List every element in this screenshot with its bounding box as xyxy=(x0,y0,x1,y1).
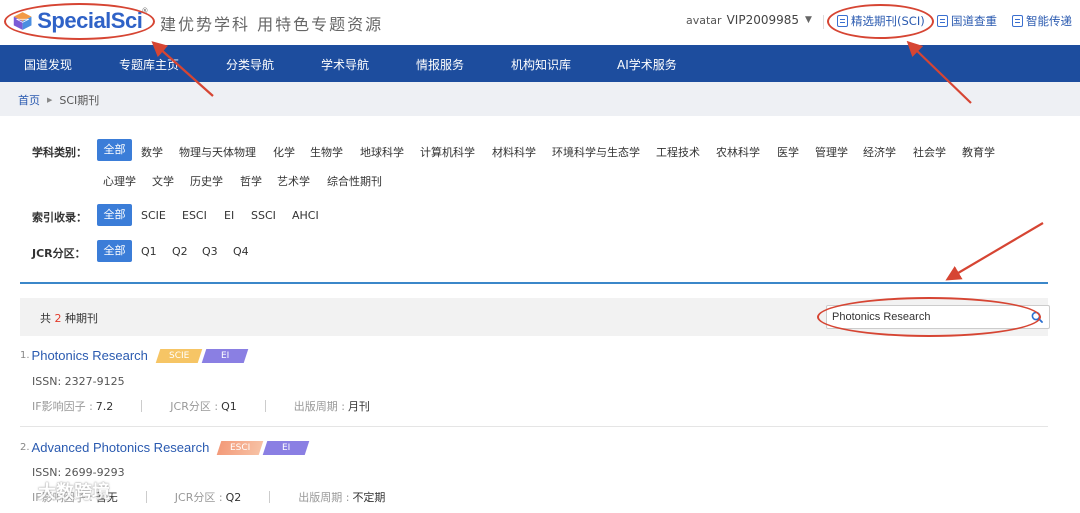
breadcrumb-home[interactable]: 首页 xyxy=(18,92,40,108)
journal-index: 2. xyxy=(20,442,30,453)
link-smart-delivery[interactable]: 智能传递 xyxy=(1012,13,1072,29)
jcr-chip[interactable]: Q4 xyxy=(233,245,249,258)
watermark-text: 大数跨境 xyxy=(38,482,110,503)
subject-chip[interactable]: 数学 xyxy=(141,144,163,160)
subject-chip[interactable]: 材料科学 xyxy=(492,144,536,160)
subject-chip[interactable]: 生物学 xyxy=(310,144,343,160)
subject-chip[interactable]: 哲学 xyxy=(240,173,262,189)
meta-separator xyxy=(269,491,271,503)
index-chip[interactable]: SCIE xyxy=(141,209,166,222)
if-value: 7.2 xyxy=(95,399,114,413)
subject-chip[interactable]: 农林科学 xyxy=(716,144,760,160)
nav-item-academic[interactable]: 学术导航 xyxy=(321,56,369,73)
subject-chip[interactable]: 管理学 xyxy=(815,144,848,160)
watermark: 大数跨境 xyxy=(8,478,110,504)
meta-separator xyxy=(264,400,266,412)
user-menu[interactable]: avatar VIP2009985 ▼ xyxy=(686,13,812,27)
annotation-ellipse-sci-link xyxy=(827,4,934,39)
journal-issn: ISSN: 2327-9125 xyxy=(32,375,125,388)
header-separator xyxy=(823,15,824,29)
jcr-chip-all[interactable]: 全部 xyxy=(97,240,132,262)
link-label: 国道查重 xyxy=(951,14,997,28)
watermark-logo-icon xyxy=(9,483,33,499)
jcr-chip[interactable]: Q3 xyxy=(202,245,218,258)
subject-chip[interactable]: 综合性期刊 xyxy=(327,173,382,189)
badge-scie: SCIE xyxy=(155,348,203,363)
jcr-label: JCR分区 : xyxy=(170,400,219,413)
username: VIP2009985 xyxy=(726,13,800,27)
journal-meta: IF影响因子 :7.2 JCR分区 : Q1 出版周期 : 月刊 xyxy=(32,398,370,414)
journal-name-link[interactable]: Advanced Photonics Research xyxy=(32,440,210,455)
if-label: IF影响因子 : xyxy=(32,400,93,413)
index-chip[interactable]: ESCI xyxy=(182,209,207,222)
subject-chip-all[interactable]: 全部 xyxy=(97,139,132,161)
row-divider xyxy=(20,426,1048,427)
index-filter-label: 索引收录： xyxy=(32,211,87,224)
period-label: 出版周期 : xyxy=(293,400,345,413)
journal-index: 1. xyxy=(20,350,30,361)
index-chip[interactable]: AHCI xyxy=(292,209,319,222)
nav-item-repository[interactable]: 机构知识库 xyxy=(511,56,571,73)
subject-chip[interactable]: 教育学 xyxy=(962,144,995,160)
period-value: 月刊 xyxy=(347,400,370,413)
subject-chip[interactable]: 社会学 xyxy=(913,144,946,160)
result-count-number: 2 xyxy=(54,312,62,325)
journal-title-row: 1. Photonics Research SCIE EI xyxy=(20,348,250,363)
link-plagiarism-check[interactable]: 国道查重 xyxy=(937,13,997,29)
index-chip-all[interactable]: 全部 xyxy=(97,204,132,226)
jcr-chip[interactable]: Q2 xyxy=(172,245,188,258)
nav-item-ai-service[interactable]: AI学术服务 xyxy=(617,56,677,73)
subject-chip[interactable]: 医学 xyxy=(777,144,799,160)
subject-chip[interactable]: 艺术学 xyxy=(277,173,310,189)
subject-chip[interactable]: 工程技术 xyxy=(656,144,700,160)
subject-chip[interactable]: 文学 xyxy=(152,173,174,189)
main-nav: 国道发现 专题库主页 分类导航 学术导航 情报服务 机构知识库 AI学术服务 xyxy=(0,45,1080,82)
annotation-ellipse-logo xyxy=(4,3,155,40)
index-chip[interactable]: SSCI xyxy=(251,209,276,222)
meta-separator xyxy=(141,400,143,412)
slogan: 建优势学科 用特色专题资源 xyxy=(160,15,384,34)
subject-chip[interactable]: 环境科学与生态学 xyxy=(552,144,640,160)
caret-down-icon: ▼ xyxy=(805,15,812,25)
jcr-value: Q2 xyxy=(225,490,242,504)
subject-chip[interactable]: 物理与天体物理 xyxy=(179,144,256,160)
nav-item-discovery[interactable]: 国道发现 xyxy=(24,56,72,73)
result-count: 共 2 种期刊 xyxy=(40,312,98,325)
index-chip[interactable]: EI xyxy=(224,209,234,222)
subject-chip[interactable]: 心理学 xyxy=(103,173,136,189)
subject-chip[interactable]: 历史学 xyxy=(190,173,223,189)
subject-chip[interactable]: 地球科学 xyxy=(360,144,404,160)
journal-name-link[interactable]: Photonics Research xyxy=(32,348,148,363)
nav-item-category[interactable]: 分类导航 xyxy=(226,56,274,73)
period-value: 不定期 xyxy=(352,491,386,504)
avatar: avatar xyxy=(686,13,722,27)
nav-item-topic-home[interactable]: 专题库主页 xyxy=(119,56,179,73)
jcr-chip[interactable]: Q1 xyxy=(141,245,157,258)
journal-title-row: 2. Advanced Photonics Research ESCI EI xyxy=(20,440,311,455)
badge-esci: ESCI xyxy=(217,440,264,455)
subject-filter-label: 学科类别： xyxy=(32,146,87,159)
chevron-right-icon: ▶ xyxy=(47,96,53,104)
jcr-value: Q1 xyxy=(221,399,237,413)
annotation-ellipse-search xyxy=(817,297,1041,337)
jcr-filter-label: JCR分区： xyxy=(32,247,86,260)
nav-item-intelligence[interactable]: 情报服务 xyxy=(416,56,464,73)
breadcrumb-current: SCI期刊 xyxy=(59,94,100,107)
transfer-icon xyxy=(1012,15,1023,27)
badge-ei: EI xyxy=(263,440,310,455)
subject-chip[interactable]: 计算机科学 xyxy=(420,144,475,160)
badge-ei: EI xyxy=(201,348,249,363)
subject-chip[interactable]: 化学 xyxy=(273,144,295,160)
period-label: 出版周期 : xyxy=(298,491,350,504)
subject-chip[interactable]: 经济学 xyxy=(863,144,896,160)
link-label: 智能传递 xyxy=(1026,14,1072,28)
section-divider xyxy=(20,282,1048,284)
meta-separator xyxy=(145,491,147,503)
check-icon xyxy=(937,15,948,27)
breadcrumb: 首页 ▶ SCI期刊 xyxy=(18,92,99,108)
jcr-label: JCR分区 : xyxy=(174,491,223,504)
